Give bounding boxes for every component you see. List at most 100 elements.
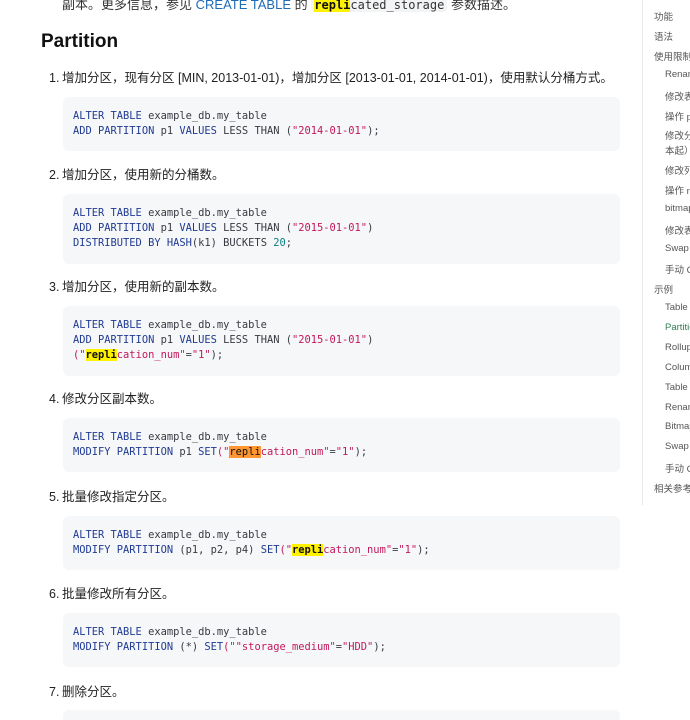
code-keyword: MODIFY PARTITION	[73, 641, 174, 654]
code-string: ("	[73, 349, 86, 362]
code-punct: );	[373, 641, 386, 654]
code-block: ALTER TABLE example_db.my_table ADD PART…	[63, 306, 620, 376]
toc-item-continued[interactable]: 本起）	[665, 143, 690, 157]
step-text: 删除分区。	[62, 685, 125, 699]
toc-item[interactable]: 使用限制	[654, 49, 690, 63]
code-block: ALTER TABLE example_db.my_table MODIFY P…	[63, 613, 620, 668]
code-keyword: SET	[204, 641, 224, 654]
step-text: 修改分区副本数。	[62, 392, 163, 406]
code-table-name: example_db.my_table	[141, 319, 267, 331]
code-string: cation_num"	[116, 349, 186, 362]
toc-item[interactable]: 修改表	[665, 89, 690, 103]
step-number: 5.	[49, 490, 60, 504]
table-of-contents: 功能 语法 使用限制 Renam 修改表 操作 p 修改分 本起） 修改列 操作…	[642, 0, 690, 505]
toc-item-active[interactable]: Partitio	[665, 322, 690, 333]
code-punct: ;	[285, 237, 292, 250]
section-title: Partition	[41, 31, 119, 52]
code-table-name: example_db.my_table	[141, 110, 267, 122]
toc-item[interactable]: 功能	[654, 9, 673, 23]
code-table-name: example_db.my_table	[141, 207, 267, 219]
step-number: 6.	[49, 587, 60, 601]
toc-item[interactable]: 示例	[654, 282, 673, 296]
intro-middle: 的	[294, 0, 308, 12]
step-number: 7.	[49, 685, 60, 699]
step-text: 增加分区，使用新的副本数。	[62, 280, 225, 294]
code-string: "storage_medium"	[235, 641, 336, 654]
step-number: 4.	[49, 392, 60, 406]
code-number: 20	[273, 237, 286, 250]
toc-item[interactable]: 操作 p	[665, 109, 690, 123]
toc-item[interactable]: 修改列	[665, 163, 690, 177]
code-less-than: LESS THAN (	[216, 125, 292, 138]
step-item: 3. 增加分区，使用新的副本数。	[49, 276, 225, 295]
code-string: cation_num"	[323, 544, 393, 557]
toc-item[interactable]: Bitmap	[665, 421, 690, 432]
intro-suffix: 参数描述。	[450, 0, 516, 12]
step-number: 2.	[49, 168, 60, 182]
code-partition: p1	[154, 334, 180, 347]
step-text: 批量修改所有分区。	[62, 587, 175, 601]
toc-item[interactable]: 手动 C	[665, 262, 690, 276]
toc-item[interactable]: 操作 ro	[665, 183, 690, 197]
code-keyword: VALUES	[179, 125, 217, 138]
code-keyword: ADD PARTITION	[73, 222, 155, 235]
step-item: 1. 增加分区，现有分区 [MIN, 2013-01-01)，增加分区 [2013…	[49, 67, 613, 86]
toc-item[interactable]: 手动 C	[665, 461, 690, 475]
code-block: ALTER TABLE example_db.my_table MODIFY P…	[63, 516, 620, 571]
code-punct: )	[367, 222, 374, 235]
code-keyword: ALTER TABLE	[73, 529, 142, 541]
code-punct: );	[417, 544, 430, 557]
code-keyword: MODIFY PARTITION	[73, 446, 174, 459]
toc-item[interactable]: Swap	[665, 243, 689, 254]
code-keyword: ADD PARTITION	[73, 334, 155, 347]
code-partition: p1	[154, 125, 180, 138]
code-string: "1"	[335, 446, 355, 459]
toc-item[interactable]: Renam	[665, 402, 690, 413]
code-block: ALTER TABLE example_db.my_table ADD PART…	[63, 194, 620, 264]
toc-item[interactable]: 修改表	[665, 223, 690, 237]
step-item: 4. 修改分区副本数。	[49, 388, 162, 407]
code-string: "1"	[398, 544, 418, 557]
code-keyword: ADD PARTITION	[73, 125, 155, 138]
code-keyword: SET	[260, 544, 280, 557]
code-partition-list: (p1, p2, p4)	[173, 544, 261, 557]
toc-item[interactable]: 相关参考	[654, 481, 690, 495]
code-keyword: DISTRIBUTED BY	[73, 237, 161, 250]
step-item: 5. 批量修改指定分区。	[49, 486, 175, 505]
code-string: ("	[279, 544, 292, 557]
toc-item[interactable]: Colum	[665, 362, 690, 373]
code-keyword: ALTER TABLE	[73, 431, 142, 443]
code-keyword: HASH	[160, 237, 192, 250]
toc-item[interactable]: 修改分	[665, 128, 690, 142]
code-partition: p1	[154, 222, 180, 235]
toc-item[interactable]: Swap	[665, 441, 689, 452]
search-highlight-active: repli	[229, 446, 261, 459]
code-string: "2015-01-01"	[291, 334, 368, 347]
intro-code-rest: cated_storage	[350, 0, 445, 12]
step-item: 2. 增加分区，使用新的分桶数。	[49, 164, 225, 183]
code-string: "2015-01-01"	[291, 222, 368, 235]
toc-item[interactable]: Rollup	[665, 342, 690, 353]
code-block	[63, 710, 620, 720]
code-table-name: example_db.my_table	[141, 431, 267, 443]
code-keyword: ALTER TABLE	[73, 319, 142, 331]
create-table-link[interactable]: CREATE TABLE	[196, 0, 291, 12]
code-partition-all: (*)	[173, 641, 205, 654]
code-punct: );	[367, 125, 380, 138]
code-table-name: example_db.my_table	[141, 626, 267, 638]
toc-item[interactable]: Renam	[665, 69, 690, 80]
main-content: 副本。更多信息，参见 CREATE TABLE 的 replicated_sto…	[0, 0, 642, 720]
code-keyword: ALTER TABLE	[73, 110, 142, 122]
toc-item[interactable]: 语法	[654, 29, 673, 43]
step-number: 1.	[49, 71, 60, 85]
step-text: 批量修改指定分区。	[62, 490, 175, 504]
intro-note: 副本。更多信息，参见 CREATE TABLE 的 replicated_sto…	[62, 0, 516, 13]
step-text: 增加分区，现有分区 [MIN, 2013-01-01)，增加分区 [2013-0…	[62, 71, 613, 85]
code-partition: p1	[173, 446, 199, 459]
code-string: ("	[223, 641, 236, 654]
toc-item[interactable]: Table	[665, 302, 688, 313]
code-table-name: example_db.my_table	[141, 529, 267, 541]
code-string: "1"	[191, 349, 211, 362]
toc-item[interactable]: bitmap	[665, 203, 690, 214]
toc-item[interactable]: Table p	[665, 382, 690, 393]
